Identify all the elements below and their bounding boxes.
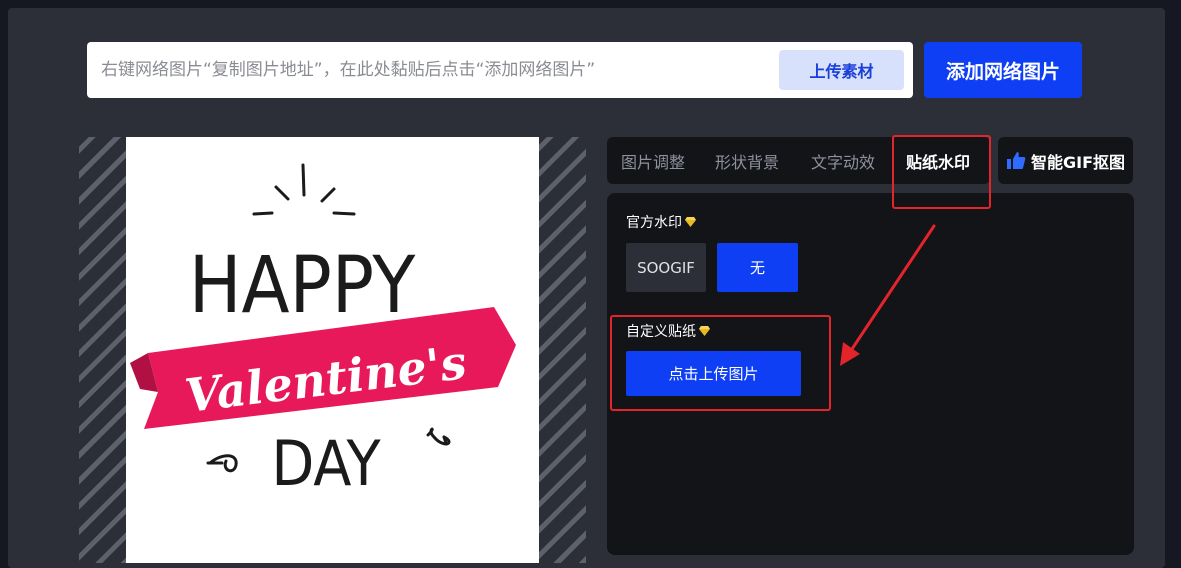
valentine-artwork: HAPPY Valentine's DAY <box>130 163 516 500</box>
tab-text-animation[interactable]: 文字动效 <box>811 137 875 184</box>
image-url-input[interactable] <box>87 42 767 98</box>
tab-shape-background[interactable]: 形状背景 <box>715 137 779 184</box>
gif-preview: HAPPY Valentine's DAY <box>126 137 539 563</box>
thumbs-up-icon <box>1006 152 1026 169</box>
smart-gif-label: 智能GIF抠图 <box>1030 152 1126 172</box>
watermark-option-none[interactable]: 无 <box>717 243 798 292</box>
add-network-image-button[interactable]: 添加网络图片 <box>924 42 1082 98</box>
premium-gem-icon <box>699 326 710 336</box>
upload-sticker-button[interactable]: 点击上传图片 <box>626 351 801 396</box>
official-watermark-label: 官方水印 <box>626 212 696 232</box>
tab-bar: 图片调整 形状背景 文字动效 贴纸水印 <box>607 137 990 184</box>
custom-sticker-label: 自定义贴纸 <box>626 321 710 341</box>
watermark-option-soogif[interactable]: SOOGIF <box>626 243 706 292</box>
smart-gif-cutout-button[interactable]: 智能GIF抠图 <box>998 137 1133 184</box>
upload-material-button[interactable]: 上传素材 <box>779 50 904 90</box>
tab-image-adjust[interactable]: 图片调整 <box>621 137 685 184</box>
tab-sticker-watermark[interactable]: 贴纸水印 <box>906 137 970 184</box>
premium-gem-icon <box>685 217 696 227</box>
footer-text: DAY <box>271 427 381 500</box>
headline-text: HAPPY <box>189 241 417 331</box>
